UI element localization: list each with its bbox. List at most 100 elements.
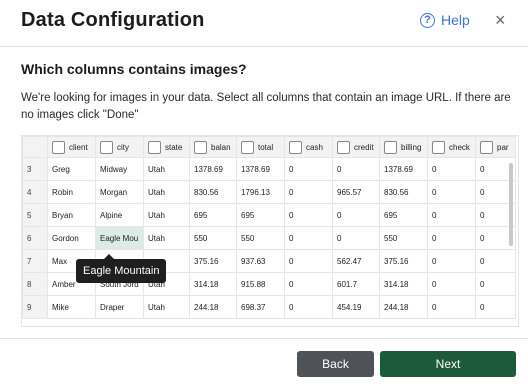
table-cell[interactable]: 244.18 — [379, 295, 428, 319]
column-header-total[interactable]: total — [236, 136, 285, 158]
table-cell[interactable]: 0 — [332, 203, 380, 227]
table-cell[interactable]: 1378.69 — [379, 157, 428, 181]
table-cell[interactable]: 0 — [427, 157, 476, 181]
table-cell[interactable]: 562.47 — [332, 249, 380, 273]
table-cell[interactable]: 550 — [236, 226, 285, 250]
table-cell[interactable]: Midway — [95, 157, 144, 181]
column-header-par[interactable]: par — [475, 136, 516, 158]
table-cell[interactable]: 1378.69 — [236, 157, 285, 181]
data-table: client city state balan total cash credi… — [22, 136, 516, 319]
column-checkbox[interactable] — [148, 140, 161, 154]
row-number: 5 — [22, 203, 48, 227]
table-row: 4 Robin Morgan Utah 830.56 1796.13 0 965… — [22, 180, 516, 204]
column-header-billing[interactable]: billing — [379, 136, 428, 158]
close-icon[interactable]: × — [495, 10, 506, 31]
table-cell[interactable]: Utah — [143, 157, 190, 181]
column-checkbox[interactable] — [52, 140, 65, 154]
table-cell[interactable]: 550 — [379, 226, 428, 250]
next-button[interactable]: Next — [380, 351, 516, 377]
column-header-credit[interactable]: credit — [332, 136, 380, 158]
table-cell[interactable]: Mike — [47, 295, 96, 319]
table-cell[interactable]: Utah — [143, 203, 190, 227]
row-number: 9 — [22, 295, 48, 319]
table-cell[interactable]: 0 — [427, 203, 476, 227]
help-icon: ? — [420, 12, 435, 28]
column-header-city[interactable]: city — [95, 136, 144, 158]
column-checkbox[interactable] — [432, 140, 445, 154]
table-cell-selected[interactable]: Eagle Mou — [95, 226, 144, 250]
table-row: 9 Mike Draper Utah 244.18 698.37 0 454.1… — [22, 295, 516, 319]
table-cell[interactable]: Utah — [143, 180, 190, 204]
table-cell[interactable]: 1796.13 — [236, 180, 285, 204]
table-cell[interactable]: 0 — [427, 249, 476, 273]
table-header-row: client city state balan total cash credi… — [22, 136, 516, 158]
table-cell[interactable]: 454.19 — [332, 295, 380, 319]
table-cell[interactable]: Morgan — [95, 180, 144, 204]
table-cell[interactable]: 965.57 — [332, 180, 380, 204]
table-cell[interactable]: 244.18 — [189, 295, 237, 319]
table-cell[interactable]: Gordon — [47, 226, 96, 250]
table-cell[interactable]: 0 — [284, 272, 333, 296]
table-cell[interactable]: 375.16 — [189, 249, 237, 273]
column-header-state[interactable]: state — [143, 136, 190, 158]
table-cell[interactable]: 0 — [284, 180, 333, 204]
table-cell[interactable]: 937.63 — [236, 249, 285, 273]
table-cell[interactable]: 830.56 — [379, 180, 428, 204]
column-header-cash[interactable]: cash — [284, 136, 333, 158]
table-cell[interactable]: Alpine — [95, 203, 144, 227]
table-cell[interactable]: 0 — [427, 226, 476, 250]
table-cell[interactable]: 0 — [284, 157, 333, 181]
dialog-header: Data Configuration ? Help × — [0, 0, 528, 47]
row-number: 4 — [22, 180, 48, 204]
table-cell[interactable]: Robin — [47, 180, 96, 204]
table-cell[interactable]: Greg — [47, 157, 96, 181]
table-cell[interactable]: 375.16 — [379, 249, 428, 273]
back-button[interactable]: Back — [297, 351, 374, 377]
column-checkbox[interactable] — [241, 140, 254, 154]
table-cell[interactable]: 0 — [332, 157, 380, 181]
table-cell[interactable]: 695 — [189, 203, 237, 227]
table-cell[interactable]: Utah — [143, 226, 190, 250]
column-checkbox[interactable] — [480, 140, 493, 154]
column-checkbox[interactable] — [337, 140, 350, 154]
table-cell[interactable]: 0 — [475, 272, 516, 296]
column-checkbox[interactable] — [100, 140, 113, 154]
row-number-header — [22, 136, 48, 158]
table-cell[interactable]: 0 — [284, 249, 333, 273]
table-cell[interactable]: 0 — [475, 249, 516, 273]
table-row: 6 Gordon Eagle Mou Utah 550 550 0 0 550 … — [22, 226, 516, 250]
table-cell[interactable]: 0 — [332, 226, 380, 250]
data-configuration-dialog: Data Configuration ? Help × Which column… — [0, 0, 528, 386]
table-vertical-scrollbar[interactable] — [509, 163, 513, 246]
column-header-balance[interactable]: balan — [189, 136, 237, 158]
table-cell[interactable]: 601.7 — [332, 272, 380, 296]
table-cell[interactable]: Utah — [143, 295, 190, 319]
table-cell[interactable]: 314.18 — [189, 272, 237, 296]
table-cell[interactable]: 698.37 — [236, 295, 285, 319]
table-cell[interactable]: 1378.69 — [189, 157, 237, 181]
table-cell[interactable]: 0 — [475, 295, 516, 319]
table-cell[interactable]: Draper — [95, 295, 144, 319]
table-cell[interactable]: 0 — [284, 203, 333, 227]
table-cell[interactable]: 830.56 — [189, 180, 237, 204]
column-checkbox[interactable] — [384, 140, 397, 154]
row-number: 8 — [22, 272, 48, 296]
table-cell[interactable]: 695 — [379, 203, 428, 227]
column-checkbox[interactable] — [289, 140, 302, 154]
column-checkbox[interactable] — [194, 140, 207, 154]
table-cell[interactable]: 314.18 — [379, 272, 428, 296]
table-cell[interactable]: Bryan — [47, 203, 96, 227]
column-header-check[interactable]: check — [427, 136, 476, 158]
table-cell[interactable]: 0 — [427, 272, 476, 296]
table-row: 3 Greg Midway Utah 1378.69 1378.69 0 0 1… — [22, 157, 516, 181]
row-number: 6 — [22, 226, 48, 250]
help-link[interactable]: ? Help — [420, 12, 470, 28]
table-cell[interactable]: 0 — [284, 226, 333, 250]
column-header-client[interactable]: client — [47, 136, 96, 158]
table-cell[interactable]: 0 — [427, 180, 476, 204]
table-cell[interactable]: 0 — [427, 295, 476, 319]
table-cell[interactable]: 0 — [284, 295, 333, 319]
table-cell[interactable]: 695 — [236, 203, 285, 227]
table-cell[interactable]: 915.88 — [236, 272, 285, 296]
table-cell[interactable]: 550 — [189, 226, 237, 250]
